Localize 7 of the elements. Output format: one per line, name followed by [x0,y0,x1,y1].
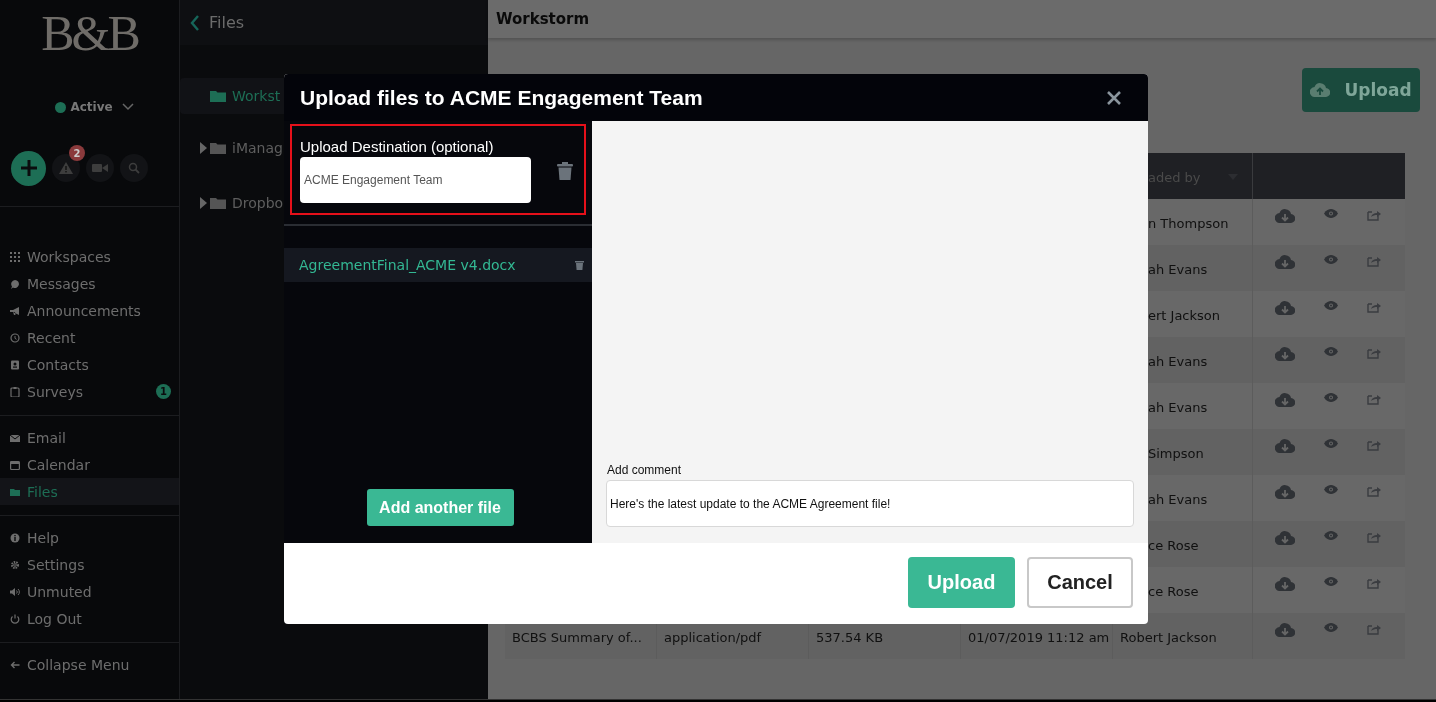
field-label: Upload Destination (optional) [300,138,495,155]
dialog-title: Upload files to ACME Engagement Team [300,85,703,110]
page-title: Workstorm [496,10,590,28]
notification-badge: 2 [69,145,85,161]
count-badge: 1 [156,384,171,399]
logo: B&B [40,4,140,62]
field-label: Add comment [607,463,683,477]
